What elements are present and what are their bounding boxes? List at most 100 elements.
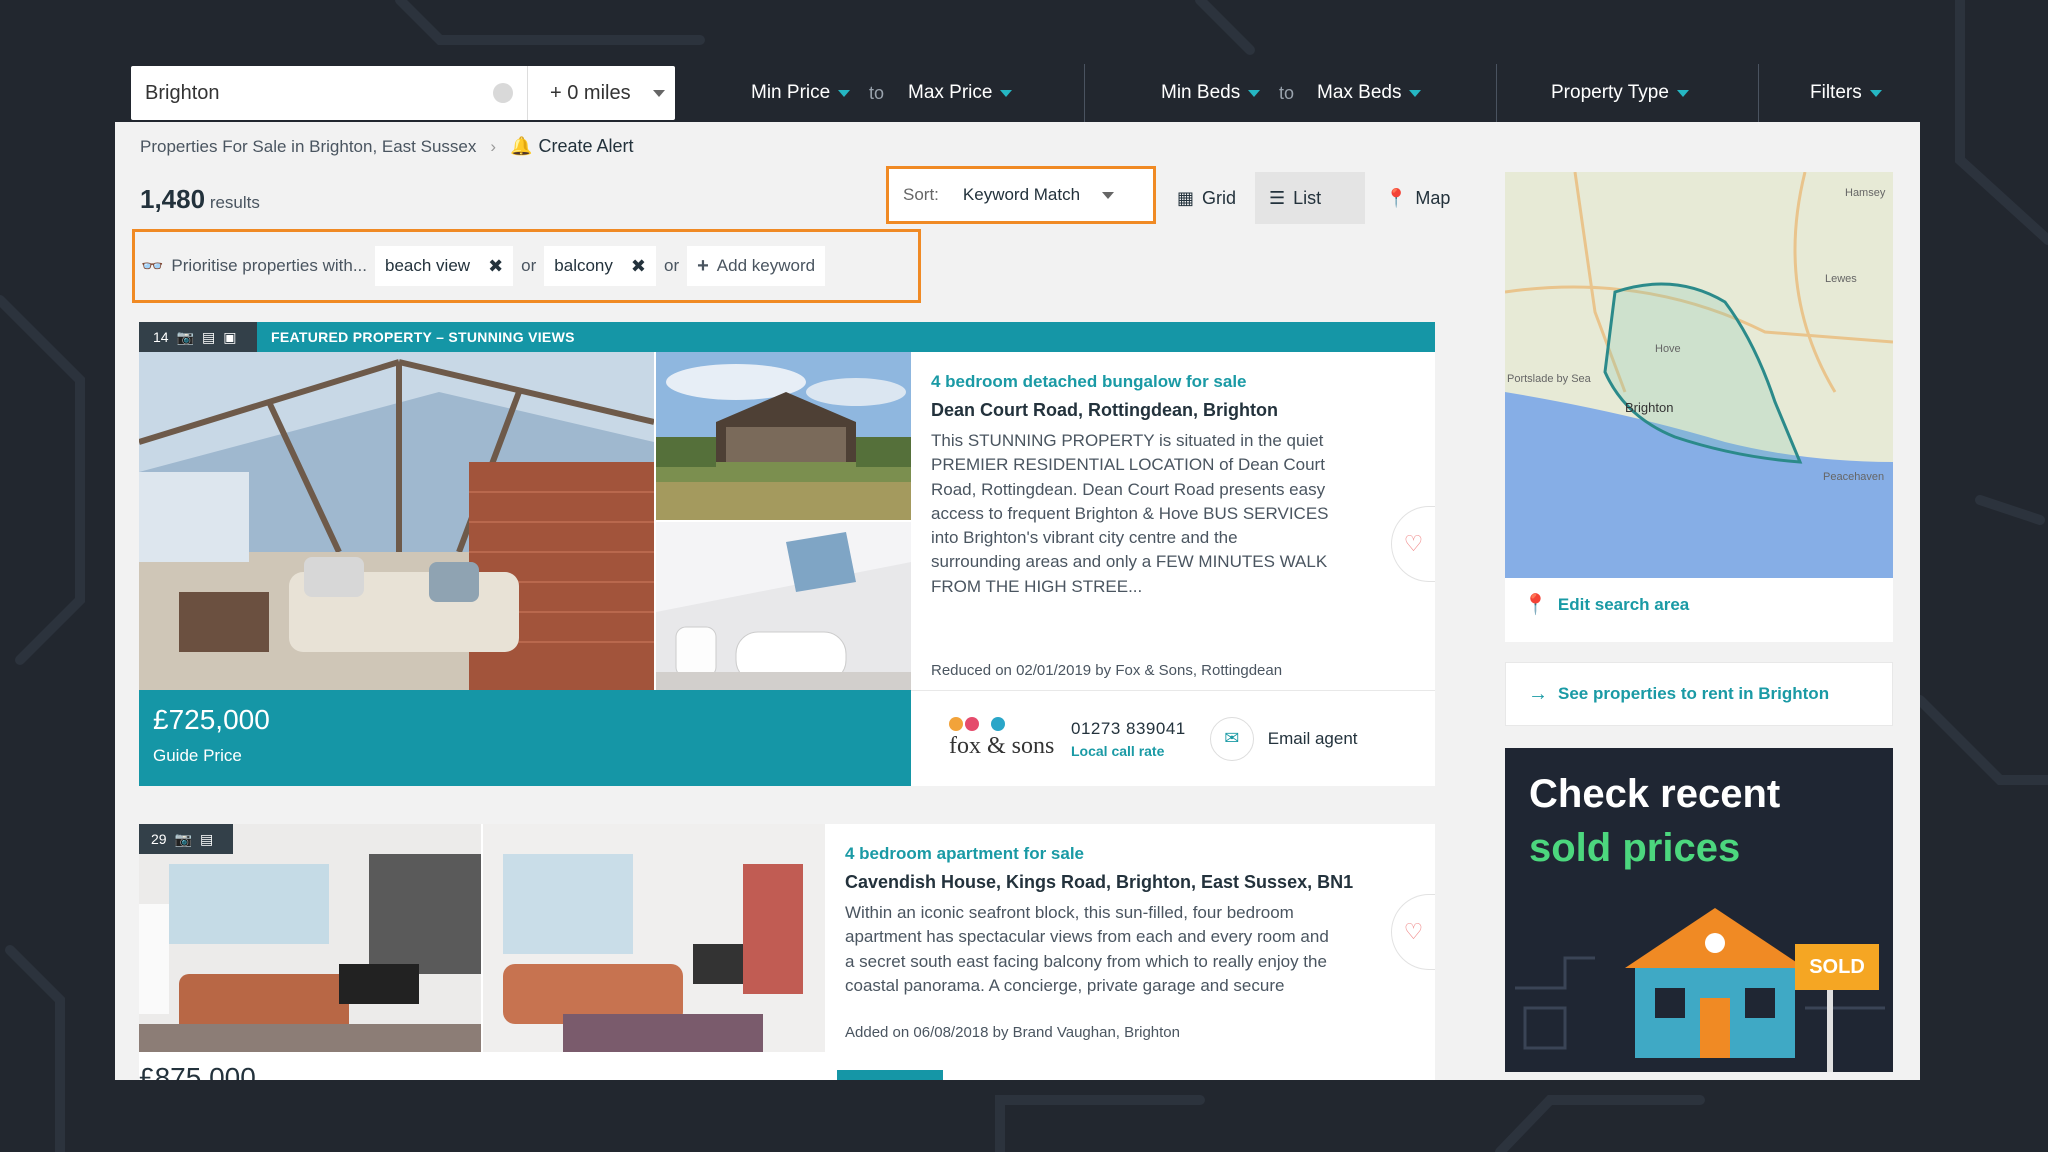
save-favourite-button[interactable]: ♡	[1391, 506, 1435, 582]
keyword-chip[interactable]: balcony ✖	[544, 246, 656, 286]
listing-card[interactable]: 14 📷 ▤ ▣ FEATURED PROPERTY – STUNNING VI…	[139, 322, 1435, 786]
edit-area-label: Edit search area	[1557, 594, 1690, 614]
grid-view-button[interactable]: ▦ Grid	[1163, 172, 1250, 224]
listing-card[interactable]: 29 📷 ▤ 4 bedroom apartment for sale Cave…	[139, 824, 1435, 1080]
property-type-dropdown[interactable]: Property Type	[1551, 64, 1689, 122]
min-beds-dropdown[interactable]: Min Beds	[1161, 64, 1261, 122]
chevron-down-icon	[652, 89, 665, 97]
close-icon[interactable]: ✖	[488, 256, 503, 277]
divider	[1084, 64, 1085, 130]
plus-icon: +	[697, 254, 709, 277]
listing-info: 4 bedroom detached bungalow for sale Dea…	[931, 372, 1391, 599]
price-block-edge	[837, 1070, 943, 1080]
map-label: Brighton	[1625, 400, 1673, 415]
max-price-dropdown[interactable]: Max Price	[908, 64, 1013, 122]
keyword-prompt: Prioritise properties with...	[171, 256, 367, 275]
keyword-filter: 👓 Prioritise properties with... beach vi…	[132, 229, 921, 303]
close-icon[interactable]: ✖	[631, 256, 646, 277]
chevron-down-icon	[1000, 89, 1013, 97]
keyword-chip-label: beach view	[385, 256, 471, 275]
price-block: £725,000 Guide Price	[139, 690, 911, 786]
description-line: a secret south east facing balcony from …	[845, 951, 1327, 971]
breadcrumb-separator: ›	[490, 136, 497, 156]
rent-link-label: See properties to rent in Brighton	[1558, 684, 1830, 703]
map-widget: Hove Brighton Portslade by Sea Lewes Pea…	[1504, 171, 1894, 642]
agent-phone[interactable]: 01273 839041 Local call rate	[1071, 719, 1186, 759]
radius-dropdown[interactable]: + 0 miles	[527, 66, 675, 120]
chevron-down-icon	[838, 89, 851, 97]
rent-properties-link[interactable]: → See properties to rent in Brighton	[1505, 662, 1893, 726]
call-rate-label: Local call rate	[1071, 742, 1165, 759]
camera-icon: 📷	[174, 830, 193, 847]
chevron-down-icon	[1409, 89, 1422, 97]
floorplan-icon: ▤	[202, 328, 216, 345]
results-number: 1,480	[140, 184, 206, 214]
sort-dropdown[interactable]: Sort: Keyword Match	[886, 166, 1156, 224]
keyword-chip[interactable]: beach view ✖	[375, 246, 514, 286]
map-view-button[interactable]: 📍 Map	[1371, 172, 1464, 224]
create-alert-link[interactable]: Create Alert	[538, 136, 633, 157]
results-panel: Properties For Sale in Brighton, East Su…	[115, 122, 1920, 1080]
listing-meta: Reduced on 02/01/2019 by Fox & Sons, Rot…	[931, 662, 1391, 679]
filters-dropdown[interactable]: Filters	[1810, 64, 1882, 122]
description-line: apartment has spectacular views from eac…	[845, 927, 1329, 947]
list-view-button[interactable]: ☰ List	[1255, 172, 1365, 224]
breadcrumb-path[interactable]: Properties For Sale in Brighton, East Su…	[140, 137, 476, 157]
main-photo[interactable]	[139, 824, 481, 1052]
photo-count-badge: 14 📷 ▤ ▣	[139, 322, 257, 352]
listing-address: Cavendish House, Kings Road, Brighton, E…	[845, 872, 1354, 892]
thumbnail-photo[interactable]	[656, 522, 911, 690]
listing-meta: Added on 06/08/2018 by Brand Vaughan, Br…	[845, 1024, 1405, 1041]
description-line: PREMIER RESIDENTIAL LOCATION of Dean Cou…	[931, 455, 1325, 475]
email-agent-button[interactable]: ✉ Email agent	[1209, 716, 1358, 761]
floorplan-icon: ▤	[200, 830, 214, 847]
map-label: Portslade by Sea	[1507, 373, 1592, 385]
main-photo[interactable]	[139, 352, 654, 690]
max-beds-dropdown[interactable]: Max Beds	[1317, 64, 1422, 122]
email-agent-label: Email agent	[1267, 728, 1358, 748]
map-view-label: Map	[1415, 187, 1451, 208]
grid-view-label: Grid	[1202, 187, 1237, 208]
photo-count: 29	[151, 831, 167, 847]
map-label: Hamsey	[1845, 187, 1886, 199]
chevron-down-icon	[1248, 89, 1261, 97]
bell-icon[interactable]: 🔔	[510, 136, 532, 157]
location-search-input[interactable]: Brighton	[131, 66, 527, 120]
list-view-label: List	[1293, 187, 1322, 208]
filters-label: Filters	[1810, 82, 1862, 103]
virtual-tour-icon: ▣	[223, 328, 237, 345]
thumbnail-photo[interactable]	[656, 352, 911, 520]
divider	[1496, 64, 1497, 130]
add-keyword-button[interactable]: + Add keyword	[687, 246, 826, 286]
beds-to-label: to	[1279, 82, 1295, 103]
agent-contact-row: fox & sons 01273 839041 Local call rate …	[911, 690, 1435, 786]
map-label: Lewes	[1825, 273, 1857, 285]
description-line: into Brighton's vibrant city centre and …	[931, 528, 1238, 548]
eye-icon: 👓	[141, 255, 164, 276]
min-price-dropdown[interactable]: Min Price	[751, 64, 851, 122]
listing-title[interactable]: 4 bedroom apartment for sale	[845, 844, 1405, 864]
clear-icon[interactable]	[493, 83, 513, 103]
description-line: Within an iconic seafront block, this su…	[845, 903, 1294, 922]
divider	[1758, 64, 1759, 130]
min-price-label: Min Price	[751, 82, 831, 103]
reduced-date: Reduced on 02/01/2019 by Fox & Sons, Rot…	[931, 662, 1283, 679]
search-area-map[interactable]: Hove Brighton Portslade by Sea Lewes Pea…	[1504, 171, 1894, 578]
sort-label: Sort:	[903, 185, 939, 204]
edit-search-area-link[interactable]: 📍 Edit search area	[1523, 592, 1689, 617]
chevron-down-icon	[1676, 89, 1689, 97]
agent-logo[interactable]: fox & sons	[949, 717, 1059, 760]
location-value: Brighton	[145, 81, 220, 104]
search-bar: Brighton + 0 miles Min Price to Max Pric…	[131, 64, 1919, 130]
heart-icon: ♡	[1403, 531, 1424, 556]
property-type-label: Property Type	[1551, 82, 1669, 103]
thumbnail-photo[interactable]	[483, 824, 825, 1052]
promo-highlight: sold prices	[1529, 826, 1741, 870]
price-to-label: to	[869, 82, 885, 103]
breadcrumb: Properties For Sale in Brighton, East Su…	[140, 136, 634, 157]
sold-prices-promo[interactable]: Check recent sold prices SOLD	[1505, 748, 1893, 1072]
or-label: or	[521, 256, 537, 275]
listing-title[interactable]: 4 bedroom detached bungalow for sale	[931, 372, 1391, 392]
or-label: or	[663, 256, 680, 275]
photo-count: 14	[153, 329, 169, 345]
